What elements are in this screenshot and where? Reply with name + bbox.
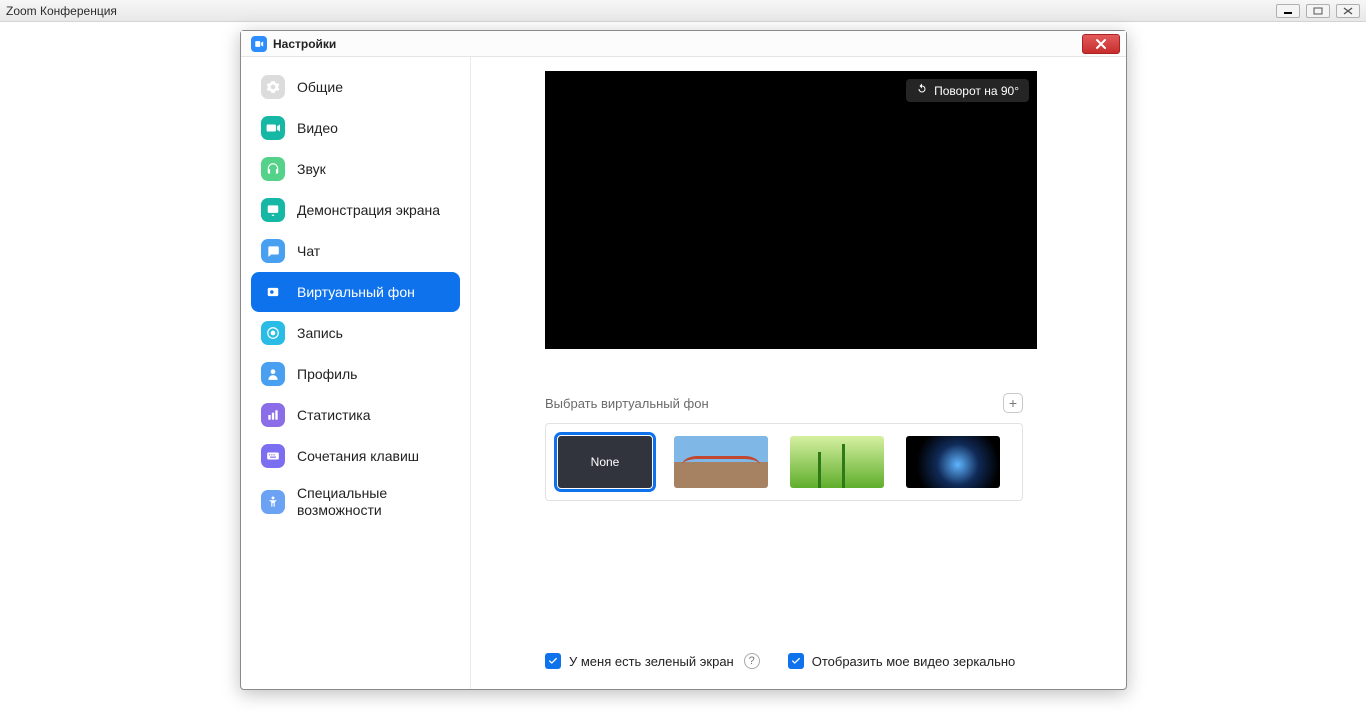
dialog-title: Настройки [273,37,336,51]
help-icon[interactable]: ? [744,653,760,669]
zoom-icon [251,36,267,52]
checkbox-checked-icon [788,653,804,669]
app-titlebar: Zoom Конференция [0,0,1366,22]
sidebar-item-shortcuts[interactable]: Сочетания клавиш [251,436,460,476]
dialog-body: Общие Видео Звук Демонстрация экрана [241,57,1126,689]
record-icon [261,321,285,345]
vb-choose-label: Выбрать виртуальный фон [545,396,709,411]
sidebar-item-label: Специальные возможности [297,485,450,519]
sidebar-item-general[interactable]: Общие [251,67,460,107]
vb-footer-options: У меня есть зеленый экран ? Отобразить м… [525,645,1096,671]
rotate-icon [916,83,928,98]
mirror-label: Отобразить мое видео зеркально [812,654,1016,669]
green-screen-label: У меня есть зеленый экран [569,654,734,669]
settings-main-panel: Поворот на 90° Выбрать виртуальный фон +… [471,57,1126,689]
sidebar-item-label: Демонстрация экрана [297,202,440,219]
sidebar-item-label: Запись [297,325,343,342]
sidebar-item-statistics[interactable]: Статистика [251,395,460,435]
stats-icon [261,403,285,427]
vb-tile-earth[interactable] [906,436,1000,488]
vb-header: Выбрать виртуальный фон + [545,393,1023,413]
sidebar-item-label: Чат [297,243,320,260]
settings-sidebar: Общие Видео Звук Демонстрация экрана [241,57,471,689]
gear-icon [261,75,285,99]
settings-dialog: Настройки Общие Видео [240,30,1127,690]
add-background-button[interactable]: + [1003,393,1023,413]
video-icon [261,116,285,140]
checkbox-checked-icon [545,653,561,669]
sidebar-item-share-screen[interactable]: Демонстрация экрана [251,190,460,230]
vb-none-label: None [591,455,620,469]
sidebar-item-label: Виртуальный фон [297,284,415,301]
checkbox-mirror-video[interactable]: Отобразить мое видео зеркально [788,653,1016,669]
dialog-close-button[interactable] [1082,34,1120,54]
sidebar-item-accessibility[interactable]: Специальные возможности [251,477,460,527]
virtual-background-section: Выбрать виртуальный фон + None [545,393,1023,501]
checkbox-green-screen[interactable]: У меня есть зеленый экран ? [545,653,760,669]
sidebar-item-label: Сочетания клавиш [297,448,419,465]
minimize-button[interactable] [1276,4,1300,18]
sidebar-item-video[interactable]: Видео [251,108,460,148]
maximize-button[interactable] [1306,4,1330,18]
sidebar-item-label: Звук [297,161,326,178]
dialog-header: Настройки [241,31,1126,57]
chat-icon [261,239,285,263]
keyboard-icon [261,444,285,468]
sidebar-item-label: Статистика [297,407,371,424]
vb-tile-grass[interactable] [790,436,884,488]
virtual-bg-icon [261,280,285,304]
accessibility-icon [261,490,285,514]
rotate-90-button[interactable]: Поворот на 90° [906,79,1029,102]
share-screen-icon [261,198,285,222]
profile-icon [261,362,285,386]
video-preview: Поворот на 90° [545,71,1037,349]
sidebar-item-chat[interactable]: Чат [251,231,460,271]
vb-tile-grid: None [545,423,1023,501]
app-title: Zoom Конференция [6,4,117,18]
sidebar-item-audio[interactable]: Звук [251,149,460,189]
rotate-label: Поворот на 90° [934,84,1019,98]
sidebar-item-label: Общие [297,79,343,96]
window-controls [1276,4,1360,18]
headphones-icon [261,157,285,181]
sidebar-item-label: Видео [297,120,338,137]
vb-tile-bridge[interactable] [674,436,768,488]
sidebar-item-recording[interactable]: Запись [251,313,460,353]
plus-icon: + [1009,395,1017,411]
sidebar-item-profile[interactable]: Профиль [251,354,460,394]
sidebar-item-label: Профиль [297,366,357,383]
vb-tile-none[interactable]: None [558,436,652,488]
sidebar-item-virtual-background[interactable]: Виртуальный фон [251,272,460,312]
close-window-button[interactable] [1336,4,1360,18]
